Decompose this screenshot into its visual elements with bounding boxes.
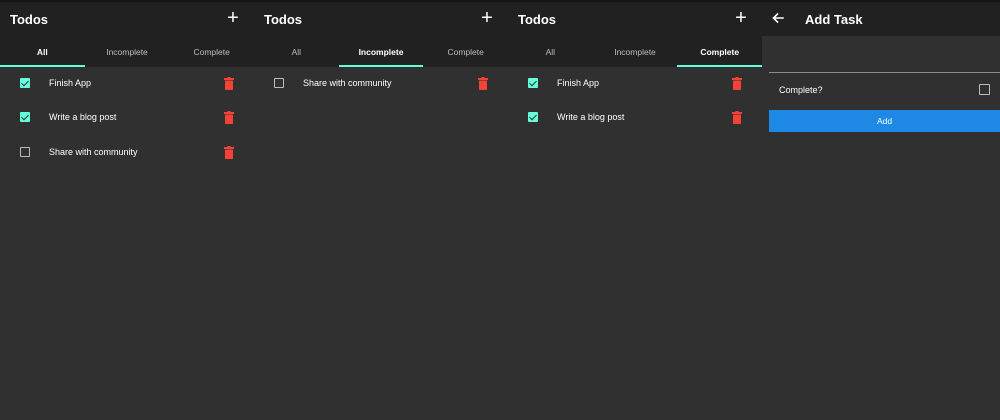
todos-screen-complete: Todos + All Incomplete Complete Finish A…	[508, 2, 762, 420]
app-title: Todos	[10, 11, 49, 27]
todo-checkbox[interactable]	[528, 78, 538, 88]
list-item: Finish App	[508, 69, 762, 99]
list-item: Share with community	[0, 138, 254, 168]
todo-text: Share with community	[303, 78, 392, 88]
todo-text: Write a blog post	[49, 112, 117, 122]
todos-screen-all: Todos + All Incomplete Complete Finish A…	[0, 2, 254, 420]
list-item: Write a blog post	[508, 103, 762, 133]
arrow-back-icon[interactable]	[770, 10, 786, 26]
app-title: Todos	[518, 11, 557, 27]
tab-incomplete[interactable]: Incomplete	[593, 36, 678, 67]
tab-all[interactable]: All	[508, 36, 593, 67]
list-item: Share with community	[254, 69, 508, 99]
tab-all[interactable]: All	[0, 36, 85, 67]
app-title: Todos	[264, 11, 303, 27]
trash-icon[interactable]	[224, 146, 234, 159]
tab-complete[interactable]: Complete	[423, 36, 508, 67]
todo-text: Finish App	[557, 78, 600, 88]
trash-icon[interactable]	[732, 77, 742, 90]
todo-checkbox[interactable]	[20, 78, 30, 88]
complete-label: Complete?	[779, 85, 823, 95]
tab-complete[interactable]: Complete	[677, 36, 762, 67]
todos-screen-incomplete: Todos + All Incomplete Complete Share wi…	[254, 2, 508, 420]
add-icon[interactable]: +	[730, 7, 752, 29]
trash-icon[interactable]	[478, 77, 488, 90]
tab-all[interactable]: All	[254, 36, 339, 67]
todo-checkbox[interactable]	[20, 112, 30, 122]
todo-checkbox[interactable]	[528, 112, 538, 122]
complete-checkbox-row[interactable]: Complete?	[769, 72, 1000, 108]
add-task-screen: Add Task Complete? Add	[762, 2, 1000, 420]
trash-icon[interactable]	[224, 77, 234, 90]
page-title: Add Task	[805, 11, 863, 27]
tab-incomplete[interactable]: Incomplete	[338, 36, 424, 67]
tab-bar: All Incomplete Complete	[0, 36, 254, 67]
tab-bar: All Incomplete Complete	[254, 36, 508, 67]
tab-bar: All Incomplete Complete	[508, 36, 762, 67]
app-bar: Todos +	[0, 2, 254, 36]
trash-icon[interactable]	[224, 111, 234, 124]
task-input[interactable]	[769, 36, 1000, 73]
list-item: Finish App	[0, 69, 254, 99]
todo-checkbox[interactable]	[20, 147, 30, 157]
tab-complete[interactable]: Complete	[169, 36, 254, 67]
trash-icon[interactable]	[732, 111, 742, 124]
add-icon[interactable]: +	[476, 7, 498, 29]
app-bar: Todos +	[254, 2, 508, 36]
todo-text: Finish App	[49, 78, 92, 88]
app-bar: Todos +	[508, 2, 762, 36]
todo-text: Share with community	[49, 147, 138, 157]
complete-checkbox[interactable]	[979, 84, 990, 95]
app-bar: Add Task	[762, 2, 1000, 36]
todo-text: Write a blog post	[557, 112, 625, 122]
add-icon[interactable]: +	[222, 7, 244, 29]
tab-incomplete[interactable]: Incomplete	[85, 36, 170, 67]
list-item: Write a blog post	[0, 103, 254, 133]
add-button[interactable]: Add	[769, 110, 1000, 132]
todo-checkbox[interactable]	[274, 78, 284, 88]
